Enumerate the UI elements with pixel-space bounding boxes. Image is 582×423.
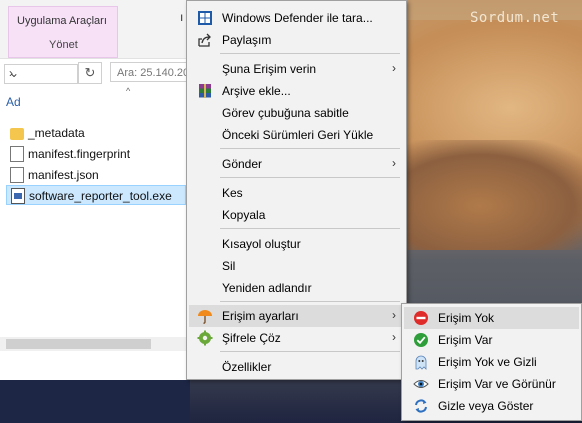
ribbon: Uygulama Araçları Yönet ı (0, 0, 190, 59)
submenu-item-label: Gizle veya Göster (438, 399, 534, 413)
winrar-icon (199, 84, 211, 98)
file-name: _metadata (28, 126, 85, 140)
menu-item-copy[interactable]: Kopyala (189, 204, 404, 226)
chevron-right-icon: › (392, 308, 396, 322)
sort-caret-icon: ^ (126, 86, 131, 96)
check-icon (414, 333, 428, 347)
menu-item-label: Paylaşım (222, 33, 272, 47)
file-icon (10, 146, 24, 162)
refresh-button[interactable]: ↻ (78, 62, 102, 84)
file-explorer-window: Uygulama Araçları Yönet ı › ⌄ ↻ Ara: 25.… (0, 0, 191, 380)
menu-item-label: Şifrele Çöz (222, 331, 281, 345)
ghost-icon (415, 355, 427, 370)
menu-separator (220, 228, 400, 229)
submenu-item-label: Erişim Yok (438, 311, 495, 325)
menu-item-defender-scan[interactable]: Windows Defender ile tara... (189, 7, 404, 29)
scrollbar-thumb[interactable] (6, 339, 151, 349)
access-settings-submenu: Erişim Yok Erişim Var Erişim Yok ve Gizl… (401, 303, 582, 421)
submenu-item-access-visible[interactable]: Erişim Var ve Görünür (404, 373, 579, 395)
gear-icon (197, 330, 213, 346)
submenu-item-access[interactable]: Erişim Var (404, 329, 579, 351)
file-name: manifest.json (28, 168, 99, 182)
umbrella-icon (198, 310, 212, 324)
defender-icon (198, 11, 212, 25)
chevron-right-icon: › (392, 156, 396, 170)
menu-item-label: Kısayol oluştur (222, 237, 301, 251)
menu-item-label: Sil (222, 259, 236, 273)
chevron-down-icon[interactable]: ⌄ (9, 66, 19, 80)
taskbar-area (0, 380, 190, 423)
watermark: Sordum.net (470, 10, 560, 26)
file-name: manifest.fingerprint (28, 147, 131, 161)
menu-item-access-settings[interactable]: Erişim ayarları › (189, 305, 404, 327)
chevron-right-icon: › (392, 61, 396, 75)
menu-item-give-access[interactable]: Şuna Erişim verin › (189, 58, 404, 80)
menu-separator (220, 177, 400, 178)
chevron-right-icon: › (392, 330, 396, 344)
no-entry-icon (414, 311, 428, 325)
tab-application-tools[interactable]: Uygulama Araçları Yönet (8, 6, 118, 58)
menu-item-rename[interactable]: Yeniden adlandır (189, 277, 404, 299)
submenu-item-label: Erişim Var (438, 333, 493, 347)
menu-item-label: Kopyala (222, 208, 266, 222)
submenu-item-no-access-hidden[interactable]: Erişim Yok ve Gizli (404, 351, 579, 373)
menu-item-add-to-archive[interactable]: Arşive ekle... (189, 80, 404, 102)
list-item[interactable]: manifest.fingerprint (6, 144, 186, 164)
menu-separator (220, 301, 400, 302)
menu-separator (220, 351, 400, 352)
menu-item-send-to[interactable]: Gönder › (189, 153, 404, 175)
submenu-item-no-access[interactable]: Erişim Yok (404, 307, 579, 329)
menu-item-label: Özellikler (222, 360, 272, 374)
menu-separator (220, 148, 400, 149)
address-field[interactable]: › ⌄ (4, 64, 78, 84)
menu-item-label: Görev çubuğuna sabitle (222, 106, 349, 120)
menu-item-label: Gönder (222, 157, 263, 171)
tab-application-tools-label: Uygulama Araçları (17, 15, 107, 27)
menu-item-restore-versions[interactable]: Önceki Sürümleri Geri Yükle (189, 124, 404, 146)
exe-icon (11, 188, 25, 204)
submenu-item-hide-show[interactable]: Gizle veya Göster (404, 395, 579, 417)
menu-item-label: Şuna Erişim verin (222, 62, 317, 76)
list-item[interactable]: manifest.json (6, 165, 186, 185)
menu-item-label: Önceki Sürümleri Geri Yükle (222, 128, 374, 142)
context-menu: Windows Defender ile tara... Paylaşım Şu… (186, 0, 407, 380)
refresh-icon (415, 399, 427, 413)
eye-icon (413, 380, 429, 388)
menu-item-properties[interactable]: Özellikler (189, 356, 404, 378)
list-item[interactable]: _metadata (6, 123, 186, 143)
menu-separator (220, 53, 400, 54)
search-input[interactable]: Ara: 25.140.20 (110, 62, 190, 82)
column-header-name[interactable]: Ad (6, 95, 21, 109)
menu-item-encrypt-decrypt[interactable]: Şifrele Çöz › (189, 327, 404, 349)
menu-item-pin-taskbar[interactable]: Görev çubuğuna sabitle (189, 102, 404, 124)
file-name: software_reporter_tool.exe (29, 189, 172, 203)
list-item-selected[interactable]: software_reporter_tool.exe (6, 185, 186, 205)
menu-item-label: Kes (222, 186, 243, 200)
menu-item-label: Erişim ayarları (222, 309, 299, 323)
menu-item-delete[interactable]: Sil (189, 255, 404, 277)
menu-item-share[interactable]: Paylaşım (189, 29, 404, 51)
menu-item-label: Yeniden adlandır (222, 281, 312, 295)
menu-item-create-shortcut[interactable]: Kısayol oluştur (189, 233, 404, 255)
file-icon (10, 167, 24, 183)
submenu-item-label: Erişim Yok ve Gizli (438, 355, 537, 369)
menu-item-cut[interactable]: Kes (189, 182, 404, 204)
tab-manage-label[interactable]: Yönet (49, 39, 78, 51)
menu-item-label: Arşive ekle... (222, 84, 291, 98)
share-icon (198, 33, 211, 47)
submenu-item-label: Erişim Var ve Görünür (438, 377, 556, 391)
folder-icon (10, 128, 24, 140)
menu-item-label: Windows Defender ile tara... (222, 11, 373, 25)
ribbon-overflow: ı (180, 10, 184, 24)
